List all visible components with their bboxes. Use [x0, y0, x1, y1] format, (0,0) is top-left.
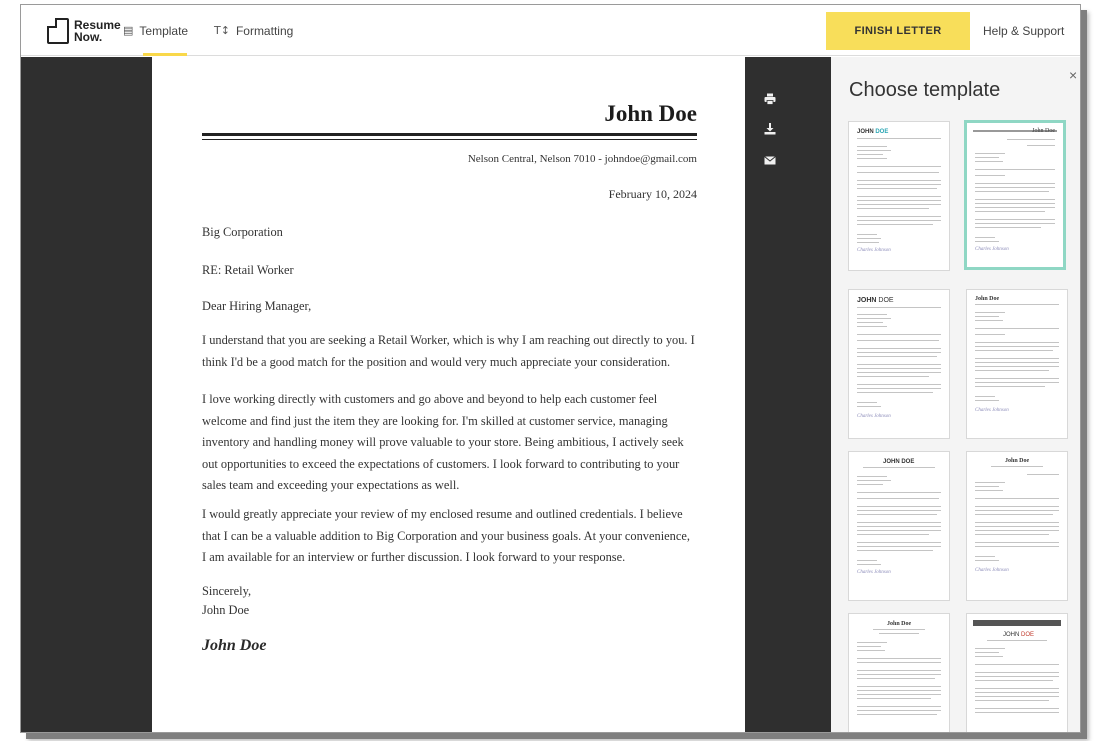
editor-area: John Doe Nelson Central, Nelson 7010 - j… [21, 57, 831, 732]
letter-salutation[interactable]: Dear Hiring Manager, [202, 296, 697, 318]
template-thumbnail-6[interactable]: John Doe Charles Johnson [966, 451, 1068, 601]
app-window: Resume Now. ▤ Template T↕ Formatting FIN… [20, 4, 1081, 733]
resume-now-logo[interactable]: Resume Now. [47, 16, 121, 46]
letter-closing[interactable]: Sincerely, John Doe [202, 582, 697, 620]
tab-formatting[interactable]: T↕ Formatting [214, 5, 293, 56]
letter-closing-word: Sincerely, [202, 584, 252, 598]
template-thumbnail-1[interactable]: JOHN DOE Charles Johnson [848, 121, 950, 271]
logo-text: Resume Now. [74, 19, 121, 43]
letter-contact[interactable]: Nelson Central, Nelson 7010 - johndoe@gm… [468, 153, 697, 165]
template-panel: Choose template × JOHN DOE Charles Johns… [831, 57, 1080, 732]
letter-signature[interactable]: John Doe [202, 637, 266, 655]
thumb-name: John Doe [887, 621, 912, 627]
letter-company[interactable]: Big Corporation [202, 222, 697, 244]
letter-paragraph-3[interactable]: I would greatly appreciate your review o… [202, 504, 697, 569]
finish-letter-button[interactable]: FINISH LETTER [826, 12, 970, 50]
tab-template[interactable]: ▤ Template [123, 5, 189, 56]
letter-paragraph-1[interactable]: I understand that you are seeking a Reta… [202, 330, 697, 373]
top-bar: Resume Now. ▤ Template T↕ Formatting FIN… [21, 5, 1080, 56]
letter-subject[interactable]: RE: Retail Worker [202, 260, 697, 282]
thumb-name: John Doe [975, 296, 1000, 302]
thumb-name: JOHN DOE [1003, 632, 1035, 638]
template-thumbnail-3[interactable]: JOHN DOE Charles Johnson [848, 289, 950, 439]
email-icon[interactable] [763, 154, 777, 168]
header-rule-thick [202, 133, 697, 136]
thumb-name: JOHN DOE [857, 129, 889, 135]
tab-formatting-label: Formatting [235, 23, 294, 38]
print-icon[interactable] [763, 93, 777, 107]
letter-closing-name: John Doe [202, 603, 250, 617]
template-thumbnail-5[interactable]: JOHN DOE Charles Johnson [848, 451, 950, 601]
thumb-name: JOHN DOE [883, 459, 915, 465]
template-thumbnail-8[interactable]: JOHN DOE [966, 613, 1068, 732]
help-support-link[interactable]: Help & Support [983, 5, 1064, 56]
thumb-name: John Doe [1032, 128, 1055, 134]
close-icon[interactable]: × [1069, 67, 1077, 83]
side-toolbar [745, 57, 831, 732]
document-icon: ▤ [123, 24, 134, 37]
panel-title: Choose template [849, 79, 1001, 101]
template-thumbnail-2[interactable]: John Doe Charles Johnson [964, 120, 1066, 270]
template-thumbnail-7[interactable]: John Doe [848, 613, 950, 732]
text-format-icon: T↕ [214, 24, 230, 37]
letter-page[interactable]: John Doe Nelson Central, Nelson 7010 - j… [152, 57, 745, 732]
thumb-name: JOHN DOE [857, 297, 894, 304]
download-icon[interactable] [763, 123, 777, 137]
thumb-name: John Doe [1005, 458, 1030, 464]
template-thumbnail-4[interactable]: John Doe Charles Johnson [966, 289, 1068, 439]
letter-name[interactable]: John Doe [604, 101, 697, 127]
logo-document-icon [47, 18, 69, 44]
logo-line-2: Now. [74, 30, 103, 44]
tab-template-label: Template [139, 23, 189, 38]
letter-date[interactable]: February 10, 2024 [609, 187, 697, 202]
header-rule-thin [202, 139, 697, 140]
letter-paragraph-2[interactable]: I love working directly with customers a… [202, 389, 697, 497]
